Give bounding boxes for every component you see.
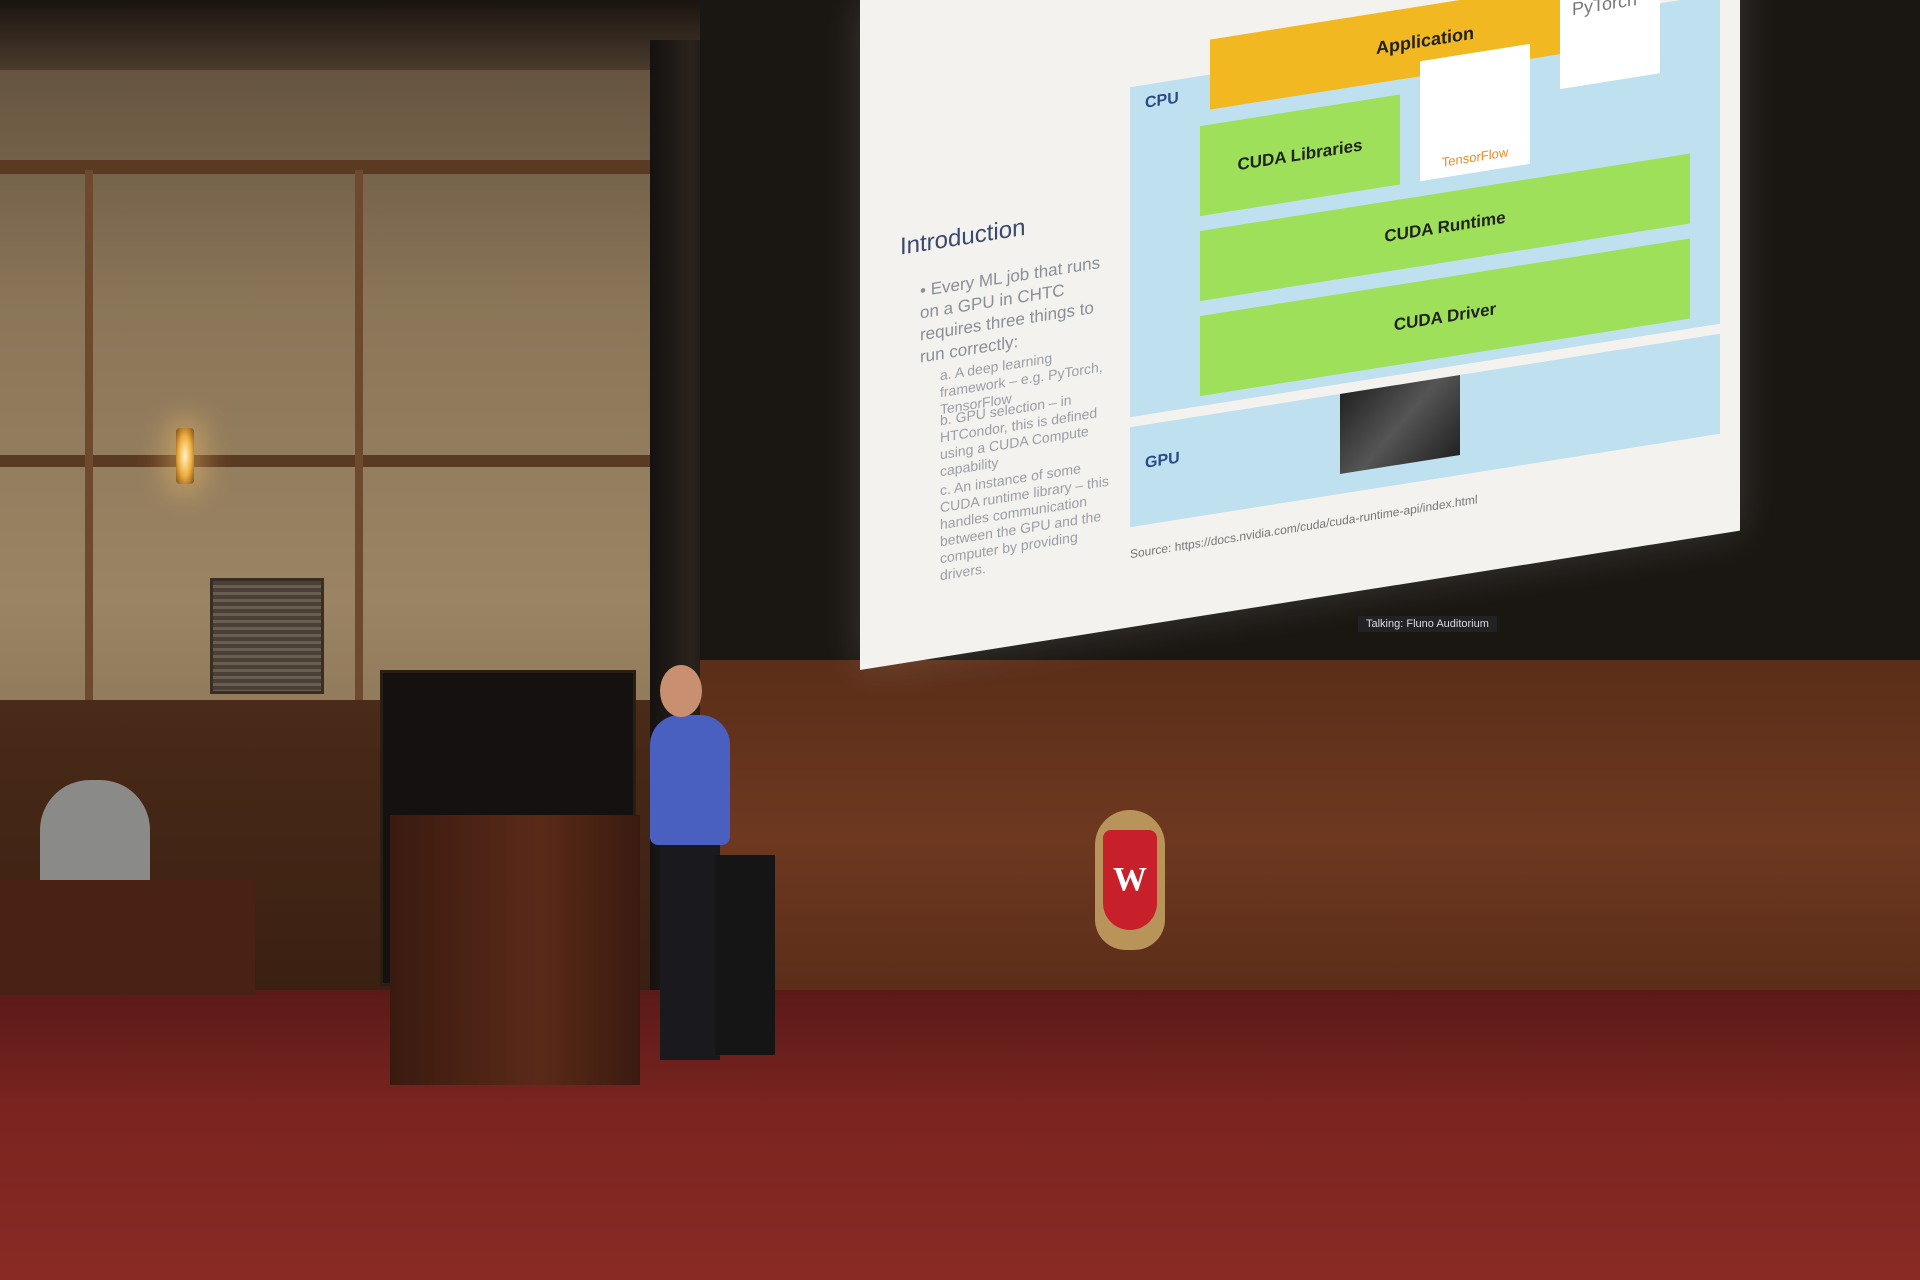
wall-beam	[0, 455, 670, 467]
podium	[390, 815, 640, 1085]
auditorium-scene: Introduction • Every ML job that runs on…	[0, 0, 1920, 1280]
tensorflow-box: TensorFlow	[1420, 43, 1530, 182]
slide-item-text: An instance of some CUDA runtime library…	[940, 460, 1109, 584]
slide-item-marker: c.	[940, 480, 951, 499]
wall-beam	[0, 160, 700, 174]
carpet-floor	[0, 990, 1920, 1280]
slide-title: Introduction	[900, 213, 1026, 261]
wall-panel-line	[355, 170, 363, 710]
university-crest: W	[1095, 810, 1165, 950]
crest-shield: W	[1103, 830, 1157, 930]
presenter-head	[660, 665, 702, 717]
talking-indicator: Talking: Fluno Auditorium	[1358, 616, 1497, 632]
stage-chair	[715, 855, 775, 1055]
front-desk	[0, 880, 255, 995]
wall-panel-line	[85, 170, 93, 710]
presenter-legs	[660, 840, 720, 1060]
wall-sconce	[176, 428, 194, 484]
slide-item-marker: b.	[940, 410, 952, 429]
presenter-torso	[650, 715, 730, 845]
wall-vent	[210, 578, 324, 694]
slide-item-marker: a.	[940, 365, 952, 384]
